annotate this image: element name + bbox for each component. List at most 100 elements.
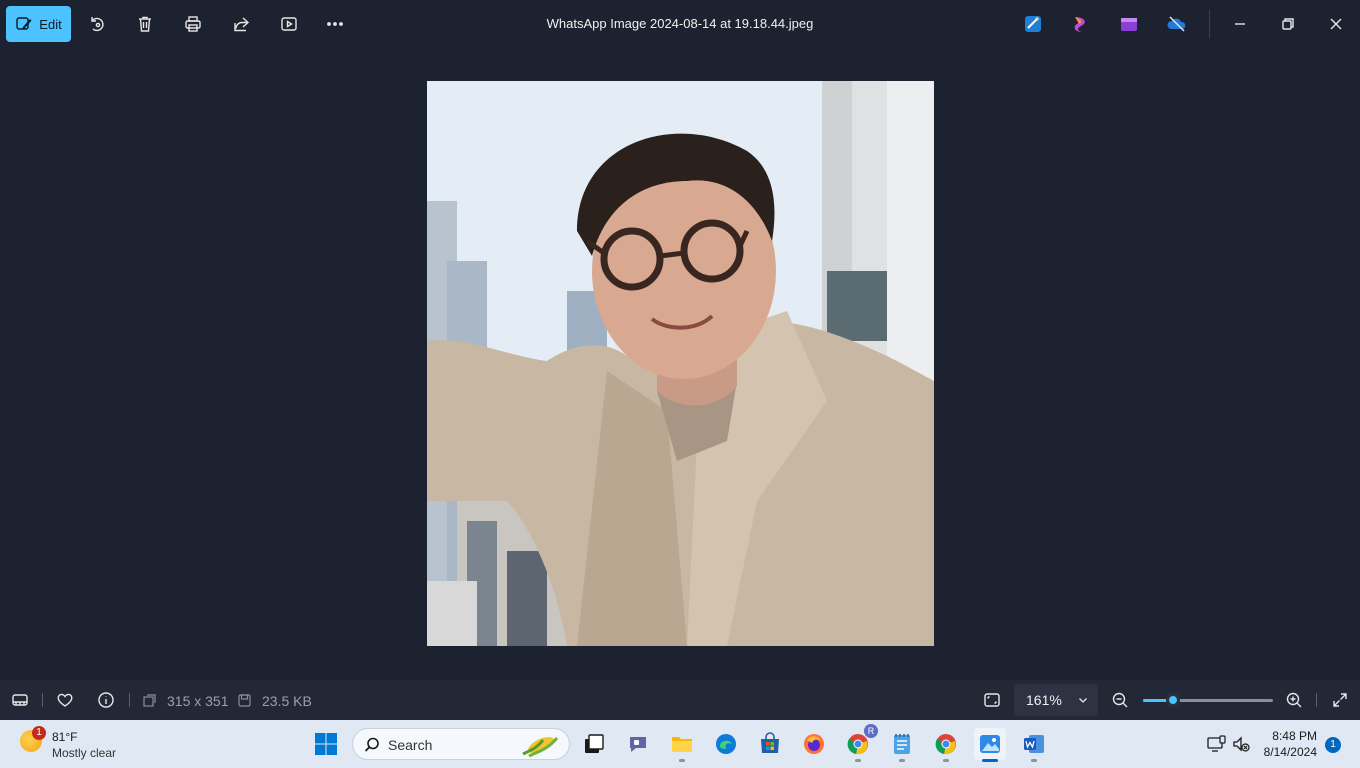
slideshow-button[interactable] bbox=[277, 12, 301, 36]
restore-icon bbox=[1282, 18, 1294, 30]
clock[interactable]: 8:48 PM 8/14/2024 bbox=[1264, 728, 1317, 760]
zoom-level-dropdown[interactable]: 161% bbox=[1014, 684, 1098, 716]
designer-app-icon[interactable] bbox=[1071, 14, 1091, 34]
taskbar-search-box[interactable]: Search bbox=[352, 728, 570, 760]
status-divider bbox=[42, 693, 43, 707]
photo-editor-app-icon[interactable] bbox=[1023, 14, 1043, 34]
edit-image-icon bbox=[16, 17, 32, 30]
notepad-button[interactable] bbox=[886, 728, 918, 762]
file-size: 23.5 KB bbox=[262, 693, 312, 709]
search-placeholder: Search bbox=[388, 737, 433, 753]
weather-widget[interactable]: 1 81°F Mostly clear bbox=[18, 726, 138, 762]
zoom-out-button[interactable] bbox=[1110, 690, 1130, 710]
filmstrip-button[interactable] bbox=[10, 690, 30, 710]
info-icon bbox=[98, 692, 114, 708]
favorite-button[interactable] bbox=[55, 690, 75, 710]
store-icon bbox=[761, 732, 779, 753]
device-connect-icon[interactable] bbox=[1206, 734, 1226, 754]
rotate-button[interactable] bbox=[85, 12, 109, 36]
start-button[interactable] bbox=[310, 728, 342, 760]
chrome-icon bbox=[935, 734, 956, 755]
active-indicator bbox=[982, 759, 998, 762]
print-button[interactable] bbox=[181, 12, 205, 36]
delete-button[interactable] bbox=[133, 12, 157, 36]
volume-muted-network-icon[interactable] bbox=[1231, 734, 1251, 754]
file-explorer-button[interactable] bbox=[666, 728, 698, 762]
chrome-button[interactable] bbox=[930, 728, 962, 762]
weather-temperature: 81°F bbox=[52, 730, 78, 744]
share-icon bbox=[234, 17, 250, 32]
task-view-icon bbox=[585, 734, 604, 753]
task-view-button[interactable] bbox=[578, 728, 610, 760]
displayed-photo[interactable] bbox=[427, 81, 934, 646]
chat-icon bbox=[630, 737, 646, 752]
printer-icon bbox=[185, 16, 201, 32]
taskbar: 1 81°F Mostly clear Search R 8:48 PM 8/1… bbox=[0, 720, 1360, 768]
notification-count-badge[interactable]: 1 bbox=[1325, 737, 1341, 753]
top-toolbar: Edit WhatsApp Image 2024-08-14 at 19.18.… bbox=[0, 0, 1360, 48]
filmstrip-icon bbox=[12, 694, 28, 706]
minimize-button[interactable] bbox=[1228, 12, 1252, 36]
restore-button[interactable] bbox=[1276, 12, 1300, 36]
close-icon bbox=[1330, 18, 1342, 30]
running-indicator bbox=[679, 759, 685, 762]
firefox-button[interactable] bbox=[798, 728, 830, 760]
status-bar: 315 x 351 23.5 KB 161% bbox=[0, 680, 1360, 720]
status-divider bbox=[1316, 693, 1317, 707]
word-icon bbox=[1024, 735, 1044, 753]
chrome-profile-button[interactable]: R bbox=[842, 724, 878, 762]
weather-description: Mostly clear bbox=[52, 746, 117, 760]
zoom-in-icon bbox=[1286, 692, 1302, 708]
onedrive-offline-icon[interactable] bbox=[1167, 14, 1187, 34]
edge-icon bbox=[716, 734, 736, 754]
full-screen-button[interactable] bbox=[1330, 690, 1350, 710]
zoom-slider[interactable] bbox=[1143, 693, 1273, 707]
heart-icon bbox=[57, 693, 73, 707]
microsoft-store-button[interactable] bbox=[754, 728, 786, 760]
chevron-down-icon bbox=[1078, 698, 1087, 703]
notepad-icon bbox=[894, 734, 910, 754]
clock-time: 8:48 PM bbox=[1272, 729, 1317, 743]
file-size-icon bbox=[238, 694, 251, 707]
minimize-icon bbox=[1235, 23, 1245, 25]
search-highlight-corn-icon bbox=[522, 736, 559, 758]
edit-button-label: Edit bbox=[39, 16, 62, 32]
fit-to-window-button[interactable] bbox=[982, 690, 1002, 710]
rotate-icon bbox=[91, 17, 104, 32]
weather-alert-badge: 1 bbox=[32, 726, 46, 740]
close-button[interactable] bbox=[1324, 12, 1348, 36]
expand-icon bbox=[1333, 693, 1347, 707]
status-divider bbox=[129, 693, 130, 707]
zoom-slider-thumb[interactable] bbox=[1165, 693, 1180, 707]
file-info-button[interactable] bbox=[96, 690, 116, 710]
photos-button[interactable] bbox=[974, 728, 1006, 762]
slideshow-icon bbox=[281, 17, 297, 31]
trash-icon bbox=[139, 16, 151, 32]
more-options-button[interactable] bbox=[323, 12, 347, 36]
photos-icon bbox=[980, 735, 1000, 753]
firefox-icon bbox=[804, 734, 824, 754]
share-button[interactable] bbox=[229, 12, 253, 36]
edit-button[interactable]: Edit bbox=[6, 6, 71, 42]
running-indicator bbox=[899, 759, 905, 762]
running-indicator bbox=[855, 759, 861, 762]
chrome-profile-badge: R bbox=[864, 724, 878, 738]
word-button[interactable] bbox=[1018, 728, 1050, 762]
windows-logo-icon bbox=[315, 733, 337, 755]
zoom-level-value: 161% bbox=[1026, 692, 1062, 708]
dimensions-icon bbox=[143, 694, 156, 707]
teams-chat-button[interactable] bbox=[622, 728, 654, 760]
folder-icon bbox=[672, 737, 692, 752]
toolbar-divider bbox=[1209, 10, 1210, 38]
clipchamp-app-icon[interactable] bbox=[1119, 14, 1139, 34]
image-dimensions: 315 x 351 bbox=[167, 693, 229, 709]
edge-button[interactable] bbox=[710, 728, 742, 760]
zoom-in-button[interactable] bbox=[1284, 690, 1304, 710]
more-dots-icon bbox=[327, 22, 343, 26]
window-title: WhatsApp Image 2024-08-14 at 19.18.44.jp… bbox=[546, 16, 814, 31]
photo-portrait-illustration bbox=[427, 81, 934, 646]
search-icon bbox=[364, 737, 379, 752]
zoom-out-icon bbox=[1112, 692, 1128, 708]
fit-window-icon bbox=[984, 693, 1000, 707]
clock-date: 8/14/2024 bbox=[1263, 745, 1317, 759]
